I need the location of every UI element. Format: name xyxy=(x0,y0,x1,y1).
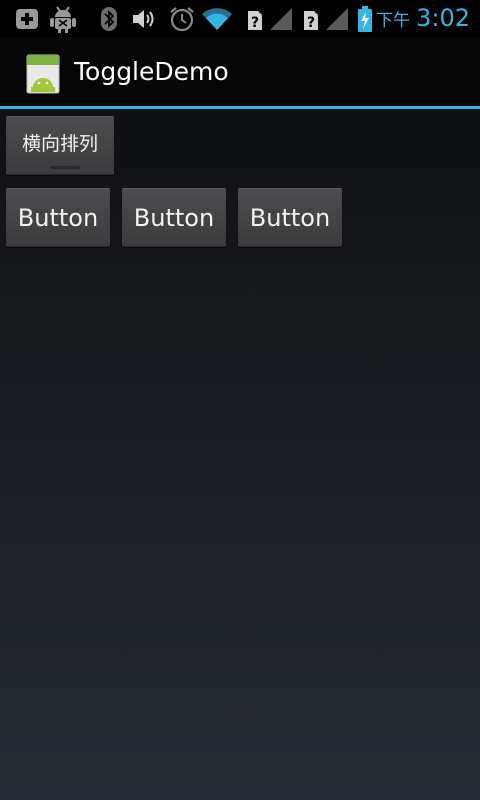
add-notification-icon xyxy=(14,5,42,33)
sim-unknown-2-icon: ? xyxy=(302,5,320,33)
clock-period: 下午 xyxy=(376,11,411,31)
alarm-icon xyxy=(168,5,196,33)
android-debug-icon xyxy=(48,5,78,33)
svg-text:?: ? xyxy=(251,15,259,31)
button-2[interactable]: Button xyxy=(122,188,226,247)
orientation-toggle-button[interactable]: 横向排列 xyxy=(6,116,114,175)
status-bar: ? ? 下午 3:02 xyxy=(0,0,480,38)
app-launcher-icon[interactable] xyxy=(26,54,60,94)
svg-text:?: ? xyxy=(307,15,315,31)
app-title: ToggleDemo xyxy=(74,57,229,86)
bluetooth-icon xyxy=(100,5,118,33)
toggle-button-label: 横向排列 xyxy=(21,133,98,155)
status-clock: 下午 3:02 xyxy=(376,4,470,34)
volume-icon xyxy=(130,5,160,33)
signal-2-icon xyxy=(324,5,350,33)
toggle-indicator xyxy=(50,166,80,169)
clock-time: 3:02 xyxy=(416,4,470,32)
screen: ? ? 下午 3:02 ToggleDemo 横向排列 Button Butto… xyxy=(0,0,480,800)
button-3[interactable]: Button xyxy=(238,188,342,247)
sim-unknown-1-icon: ? xyxy=(246,5,264,33)
action-bar: ToggleDemo xyxy=(0,38,480,106)
wifi-icon xyxy=(200,5,234,33)
button-1[interactable]: Button xyxy=(6,188,110,247)
action-bar-divider xyxy=(0,106,480,109)
battery-charging-icon xyxy=(356,5,374,33)
signal-1-icon xyxy=(268,5,294,33)
